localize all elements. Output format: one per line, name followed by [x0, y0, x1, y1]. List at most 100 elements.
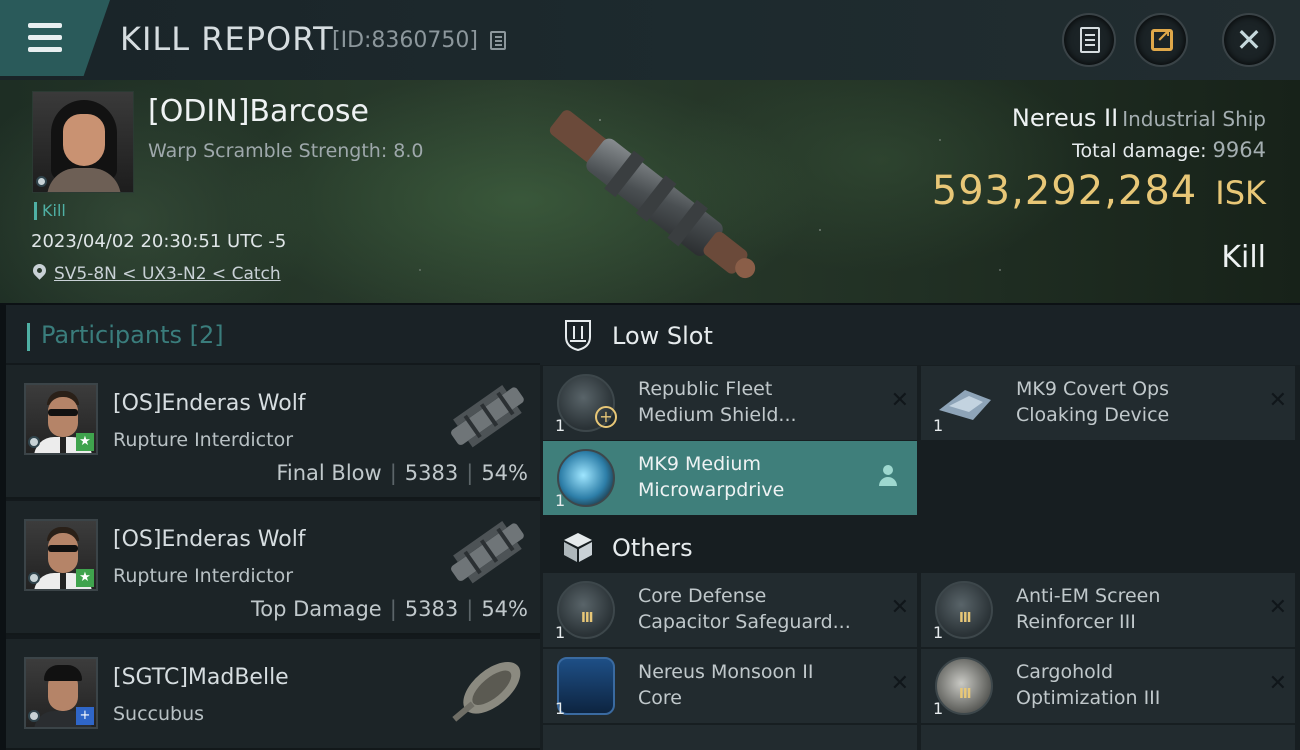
fitting-panel: Low Slot + 1 Republic Fleet Medium Shield…	[540, 305, 1300, 750]
share-button[interactable]	[1134, 13, 1188, 67]
participant-damage: 5383	[404, 461, 459, 485]
module-item[interactable]	[543, 725, 917, 750]
module-item[interactable]: III 1 Core Defense Capacitor Safeguard...…	[543, 573, 917, 647]
document-icon	[1080, 27, 1100, 53]
participant-stats: Final Blow | 5383 | 54%	[276, 461, 528, 485]
corp-badge-icon	[28, 572, 40, 584]
participant-name: [SGTC]MadBelle	[113, 665, 289, 690]
destroyed-x-icon: ✕	[890, 671, 909, 696]
ship-icon	[451, 521, 524, 584]
rig-module-icon	[935, 581, 993, 639]
low-slot-header: Low Slot	[540, 305, 1300, 365]
corp-badge-icon	[36, 176, 47, 187]
module-quantity: 1	[933, 699, 944, 718]
standing-plus-icon: +	[76, 707, 94, 725]
others-label: Others	[612, 534, 693, 562]
destroyed-x-icon: ✕	[1268, 595, 1287, 620]
menu-icon	[28, 23, 62, 28]
location-link[interactable]: SV5-8N < UX3-N2 < Catch	[54, 264, 281, 284]
participant-name: [OS]Enderas Wolf	[113, 391, 306, 416]
module-item[interactable]: 1 Nereus Monsoon II Core ✕	[543, 649, 917, 723]
participant-percent: 54%	[481, 597, 528, 621]
low-slot-icon	[565, 320, 591, 352]
standing-star-icon: ★	[76, 433, 94, 451]
module-quantity: 1	[555, 699, 566, 718]
others-header: Others	[540, 517, 1300, 577]
total-damage-label: Total damage:	[1072, 140, 1207, 162]
module-quantity: 1	[555, 623, 566, 642]
destroyed-x-icon: ✕	[1268, 388, 1287, 413]
module-quantity: 1	[555, 491, 566, 510]
share-icon	[1151, 26, 1173, 51]
module-quantity: 1	[933, 623, 944, 642]
module-item[interactable]: III 1 Cargohold Optimization III ✕	[921, 649, 1295, 723]
participant-role: Top Damage	[250, 597, 382, 621]
add-icon: +	[595, 406, 617, 428]
isk-unit: ISK	[1215, 174, 1266, 212]
participants-header: Participants [2]	[6, 305, 540, 363]
report-id: [ID:8360750]	[332, 28, 478, 53]
cube-icon	[564, 533, 592, 562]
module-name: Anti-EM Screen Reinforcer III	[1016, 585, 1161, 633]
page-title: KILL REPORT	[120, 20, 334, 58]
module-name: Core Defense Capacitor Safeguard...	[638, 585, 851, 633]
total-damage: Total damage: 9964	[1072, 138, 1266, 162]
tier-3-icon: III	[581, 611, 593, 626]
participant-row[interactable]: ★ [OS]Enderas Wolf Rupture Interdictor T…	[6, 501, 540, 635]
participant-stats: Top Damage | 5383 | 54%	[250, 597, 528, 621]
tier-3-icon: III	[959, 611, 971, 626]
destroyed-x-icon: ✕	[890, 388, 909, 413]
participants-label: Participants	[41, 321, 182, 349]
participant-damage: 5383	[404, 597, 459, 621]
victim-ship: Nereus II Industrial Ship	[1012, 104, 1266, 132]
close-icon: ✕	[1235, 21, 1263, 59]
report-type: Kill	[1221, 240, 1266, 275]
copy-icon[interactable]	[490, 31, 506, 50]
kill-timestamp: 2023/04/02 20:30:51 UTC -5	[31, 231, 287, 252]
destroyed-x-icon: ✕	[1268, 671, 1287, 696]
corp-badge-icon	[28, 436, 40, 448]
module-name: MK9 Medium Microwarpdrive	[638, 453, 785, 501]
participant-row[interactable]: + [SGTC]MadBelle Succubus	[6, 639, 540, 750]
isk-value: 593,292,284 ISK	[932, 168, 1266, 214]
victim-name[interactable]: [ODIN]Barcose	[148, 94, 369, 129]
details-button[interactable]	[1062, 13, 1116, 67]
participants-count: [2]	[189, 321, 224, 349]
module-item-selected[interactable]: 1 MK9 Medium Microwarpdrive	[543, 441, 917, 515]
participant-ship: Rupture Interdictor	[113, 429, 293, 451]
participants-panel: Participants [2] ★ [OS]Enderas Wolf Rupt…	[6, 305, 540, 750]
module-name: Cargohold Optimization III	[1016, 661, 1161, 709]
core-module-icon	[557, 657, 615, 715]
warp-scramble-strength: Warp Scramble Strength: 8.0	[148, 140, 424, 162]
participant-row[interactable]: ★ [OS]Enderas Wolf Rupture Interdictor F…	[6, 365, 540, 499]
module-quantity: 1	[555, 416, 566, 435]
kill-tag: Kill	[34, 202, 66, 220]
corp-badge-icon	[28, 710, 40, 722]
participant-role: Final Blow	[276, 461, 382, 485]
close-button[interactable]: ✕	[1222, 13, 1276, 67]
menu-button[interactable]	[0, 0, 110, 76]
standing-star-icon: ★	[76, 569, 94, 587]
module-item[interactable]: + 1 Republic Fleet Medium Shield... ✕	[543, 366, 917, 440]
victim-panel: [ODIN]Barcose Warp Scramble Strength: 8.…	[0, 80, 1300, 303]
ship-name[interactable]: Nereus II	[1012, 104, 1118, 132]
module-name: Nereus Monsoon II Core	[638, 661, 814, 709]
ship-class: Industrial Ship	[1122, 107, 1266, 131]
isk-amount: 593,292,284	[931, 168, 1198, 214]
module-item[interactable]: III 1 Anti-EM Screen Reinforcer III ✕	[921, 573, 1295, 647]
module-item[interactable]: 1 MK9 Covert Ops Cloaking Device ✕	[921, 366, 1295, 440]
participant-ship: Rupture Interdictor	[113, 565, 293, 587]
module-name: Republic Fleet Medium Shield...	[638, 378, 797, 426]
person-icon	[879, 465, 897, 487]
cargohold-module-icon	[935, 657, 993, 715]
participant-percent: 54%	[481, 461, 528, 485]
participant-name: [OS]Enderas Wolf	[113, 527, 306, 552]
module-quantity: 1	[933, 416, 944, 435]
module-item[interactable]	[921, 725, 1295, 750]
victim-portrait[interactable]	[32, 91, 134, 193]
module-name: MK9 Covert Ops Cloaking Device	[1016, 378, 1170, 426]
rig-module-icon	[557, 581, 615, 639]
low-slot-label: Low Slot	[612, 322, 713, 350]
tier-3-icon: III	[959, 687, 971, 702]
cloaking-device-icon	[939, 390, 991, 420]
